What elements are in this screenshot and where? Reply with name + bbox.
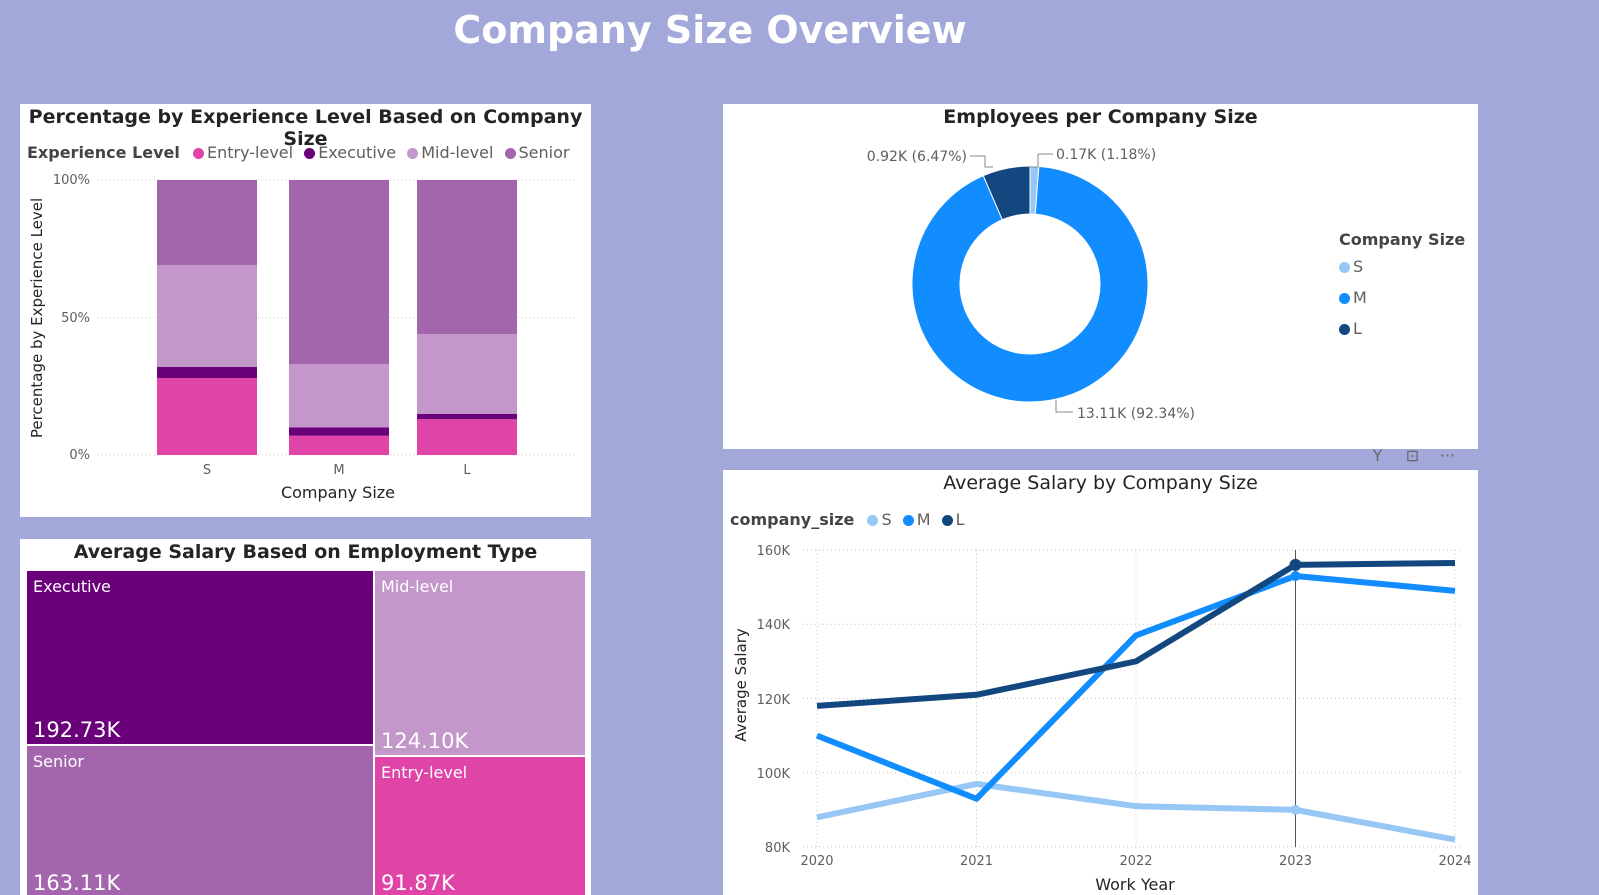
tile-label: Entry-level: [381, 763, 468, 782]
salary-chart-panel[interactable]: Average Salary by Company Size company_s…: [723, 470, 1478, 895]
donut-label-m: 13.11K (92.34%): [1077, 406, 1195, 422]
filter-icon[interactable]: Y: [1360, 443, 1395, 468]
bar-l-entry-level[interactable]: [417, 419, 517, 455]
treemap-tile-senior[interactable]: Senior 163.11K: [27, 746, 373, 895]
donut-label-s: 0.17K (1.18%): [1056, 147, 1156, 163]
donut-legend-title: Company Size: [1339, 230, 1466, 249]
bar-l-mid-level[interactable]: [417, 334, 517, 414]
tile-value: 124.10K: [381, 729, 469, 753]
treemap-panel[interactable]: Average Salary Based on Employment Type …: [20, 539, 591, 895]
x-tick-label: S: [203, 463, 211, 478]
experience-chart-panel[interactable]: Percentage by Experience Level Based on …: [20, 104, 591, 517]
y-tick-120k: 120K: [757, 693, 791, 708]
treemap-tile-entry-level[interactable]: Entry-level 91.87K: [375, 757, 585, 895]
y-axis-label: Average Salary: [732, 628, 750, 742]
bar-s-entry-level[interactable]: [157, 378, 257, 455]
y-axis-label: Percentage by Experience Level: [28, 198, 46, 438]
x-tick-label: 2022: [1119, 854, 1152, 869]
treemap-tile-mid-level[interactable]: Mid-level 124.10K: [375, 571, 585, 755]
hover-point-s[interactable]: [1290, 804, 1301, 815]
bar-l-senior[interactable]: [417, 180, 517, 334]
visual-header-toolbar: Y ⊡ ···: [1360, 443, 1475, 468]
legend-item-s[interactable]: S: [1339, 251, 1473, 282]
legend-dot: [1339, 262, 1350, 273]
x-tick-label: 2023: [1279, 854, 1312, 869]
hover-point-l[interactable]: [1289, 558, 1302, 571]
more-options-icon[interactable]: ···: [1430, 443, 1465, 468]
leader-line-m: [1055, 400, 1073, 413]
line-series-s[interactable]: [816, 780, 1456, 843]
legend-item-m[interactable]: M: [1339, 282, 1473, 313]
x-tick-label: L: [463, 463, 471, 478]
donut-chart-panel[interactable]: Employees per Company Size 0.92K (6.47%)…: [723, 104, 1478, 449]
x-axis-label: Work Year: [1095, 875, 1175, 894]
y-tick-140k: 140K: [757, 618, 791, 633]
bar-s-mid-level[interactable]: [157, 265, 257, 367]
legend-label: L: [1353, 319, 1362, 338]
tile-value: 192.73K: [33, 718, 121, 742]
y-tick-50: 50%: [61, 311, 90, 326]
y-tick-0: 0%: [69, 448, 90, 463]
legend-dot: [1339, 324, 1350, 335]
donut-legend: Company Size S M L: [1339, 229, 1473, 344]
bar-m-entry-level[interactable]: [289, 435, 389, 455]
x-tick-label: 2020: [800, 854, 833, 869]
tile-value: 163.11K: [33, 871, 121, 895]
x-tick-label: 2021: [960, 854, 993, 869]
legend-item-l[interactable]: L: [1339, 313, 1473, 344]
treemap-tile-executive[interactable]: Executive 192.73K: [27, 571, 373, 744]
y-tick-100k: 100K: [757, 767, 791, 782]
x-axis-label: Company Size: [281, 483, 395, 502]
bar-l-executive[interactable]: [417, 413, 517, 420]
tile-label: Mid-level: [381, 577, 454, 596]
tile-label: Senior: [33, 752, 84, 771]
bar-m-senior[interactable]: [289, 180, 389, 365]
line-series-m[interactable]: [815, 572, 1456, 802]
focus-mode-icon[interactable]: ⊡: [1395, 443, 1430, 468]
y-tick-160k: 160K: [757, 544, 791, 559]
bar-s-senior[interactable]: [157, 180, 257, 266]
donut-label-l: 0.92K (6.47%): [867, 149, 967, 165]
treemap-title: Average Salary Based on Employment Type: [73, 541, 538, 563]
bar-m-mid-level[interactable]: [289, 364, 389, 428]
experience-bar-chart: 100% 50% 0% Percentage by Experience Lev…: [28, 173, 576, 502]
y-tick-100: 100%: [53, 173, 90, 188]
tile-label: Executive: [33, 577, 111, 596]
hover-point-m[interactable]: [1290, 570, 1301, 581]
x-tick-label: M: [333, 463, 344, 478]
page-title: Company Size Overview: [453, 8, 967, 52]
x-tick-label: 2024: [1438, 854, 1471, 869]
salary-line-chart: 160K 140K 120K 100K 80K Average Salary W…: [732, 544, 1472, 894]
legend-label: S: [1353, 257, 1364, 276]
leader-line-s: [1029, 153, 1053, 168]
bar-s-executive[interactable]: [157, 367, 257, 378]
legend-dot: [1339, 293, 1350, 304]
y-tick-80k: 80K: [765, 841, 791, 856]
legend-label: M: [1353, 288, 1367, 307]
tile-value: 91.87K: [381, 871, 455, 895]
leader-line-l: [970, 155, 993, 168]
bar-m-executive[interactable]: [289, 427, 389, 436]
